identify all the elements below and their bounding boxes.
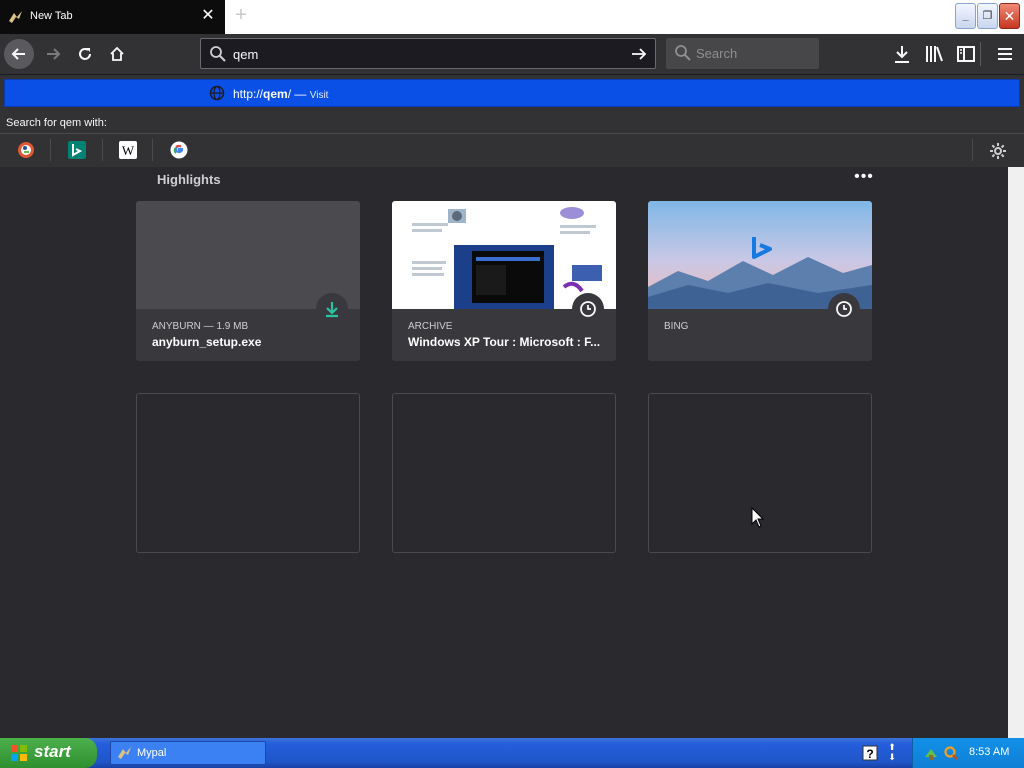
restore-button[interactable]: ❐	[977, 3, 998, 29]
clock-icon	[836, 301, 852, 317]
home-button[interactable]	[102, 39, 132, 69]
card-context: ARCHIVE	[408, 321, 453, 332]
highlight-card[interactable]: ARCHIVE Windows XP Tour : Microsoft : F.…	[392, 201, 616, 361]
download-icon[interactable]	[890, 42, 914, 66]
clock: 8:53 AM	[969, 746, 1010, 758]
windows-flag-icon	[11, 745, 27, 761]
tab-strip: New Tab ✕ + _ ❐ ✕	[0, 0, 1024, 34]
suggestion-action: Visit	[309, 90, 329, 101]
search-bar[interactable]	[666, 38, 819, 69]
search-icon[interactable]	[943, 745, 959, 761]
gear-icon[interactable]	[988, 141, 1008, 161]
engine-separator	[972, 139, 973, 161]
taskbar-item-label: Mypal	[137, 747, 167, 759]
highlight-card[interactable]: ANYBURN — 1.9 MB anyburn_setup.exe	[136, 201, 360, 361]
empty-highlight-slot	[392, 393, 616, 553]
mypal-icon	[118, 747, 131, 759]
go-arrow-icon[interactable]	[629, 44, 649, 64]
new-tab-button[interactable]: +	[230, 5, 252, 27]
nav-toolbar	[0, 34, 1024, 74]
close-icon[interactable]: ✕	[200, 7, 216, 25]
search-icon	[675, 45, 691, 61]
mypal-icon	[9, 11, 22, 23]
tab-new-tab[interactable]: New Tab ✕	[0, 0, 225, 34]
highlights-more-button[interactable]: •••	[852, 169, 876, 189]
engine-separator	[102, 139, 103, 161]
library-icon[interactable]	[922, 42, 946, 66]
svg-text:?: ?	[866, 747, 873, 761]
reload-button[interactable]	[70, 39, 100, 69]
start-label: start	[34, 742, 71, 761]
empty-highlight-slot	[136, 393, 360, 553]
vertical-scrollbar[interactable]	[1008, 167, 1024, 738]
tab-title: New Tab	[30, 10, 73, 22]
card-context: ANYBURN — 1.9 MB	[152, 321, 249, 332]
url-input[interactable]	[233, 43, 613, 65]
search-with-label: Search for qem with:	[6, 117, 107, 129]
bing-icon[interactable]	[68, 141, 86, 159]
url-bar[interactable]	[200, 38, 656, 69]
engine-separator	[152, 139, 153, 161]
arrow-right-icon	[47, 48, 61, 60]
suggestion-url: http://qem/ — Visit	[233, 87, 329, 101]
system-tray: 8:53 AM	[912, 738, 1024, 768]
dropdown-divider	[0, 133, 1024, 134]
mouse-cursor-icon	[751, 507, 765, 528]
download-icon	[326, 302, 338, 318]
search-input[interactable]	[696, 43, 811, 63]
visit-suggestion[interactable]: http://qem/ — Visit	[4, 79, 1020, 107]
help-icon[interactable]: ?	[862, 745, 878, 761]
globe-icon	[209, 85, 225, 101]
hamburger-menu-icon[interactable]	[993, 42, 1017, 66]
google-icon[interactable]	[170, 141, 188, 159]
network-icon[interactable]	[923, 745, 939, 761]
card-title: Windows XP Tour : Microsoft : F...	[408, 335, 601, 349]
card-context: BING	[664, 321, 689, 332]
clock-icon	[580, 301, 596, 317]
back-button[interactable]	[4, 39, 34, 69]
empty-highlight-slot	[648, 393, 872, 553]
tray-expand-icon[interactable]: ⬆ ⬇	[886, 742, 898, 764]
card-badge	[316, 293, 348, 325]
window-close-button[interactable]: ✕	[999, 3, 1020, 29]
engine-separator	[50, 139, 51, 161]
toolbar-separator	[980, 42, 981, 66]
forward-button[interactable]	[38, 39, 68, 69]
card-badge	[572, 293, 604, 325]
new-tab-page: Highlights ••• ANYBURN — 1.9 MB anyburn_…	[0, 167, 1008, 738]
start-button[interactable]: start	[0, 738, 97, 768]
card-title: anyburn_setup.exe	[152, 335, 262, 349]
search-icon	[210, 46, 226, 62]
arrow-left-icon	[11, 48, 25, 60]
svg-text:W: W	[122, 143, 135, 158]
minimize-button[interactable]: _	[955, 3, 976, 29]
reload-icon	[79, 48, 91, 60]
card-badge	[828, 293, 860, 325]
highlight-card[interactable]: BING	[648, 201, 872, 361]
wikipedia-icon[interactable]: W	[119, 141, 137, 159]
taskbar: start Mypal ? ⬆ ⬇ 8:53 AM	[0, 738, 1024, 768]
highlights-heading: Highlights	[157, 172, 221, 187]
taskbar-item-mypal[interactable]: Mypal	[110, 741, 266, 765]
duckduckgo-icon[interactable]	[17, 141, 35, 159]
urlbar-dropdown: http://qem/ — Visit Search for qem with:…	[0, 74, 1024, 167]
home-icon	[110, 46, 124, 61]
sidebar-icon[interactable]	[954, 42, 978, 66]
